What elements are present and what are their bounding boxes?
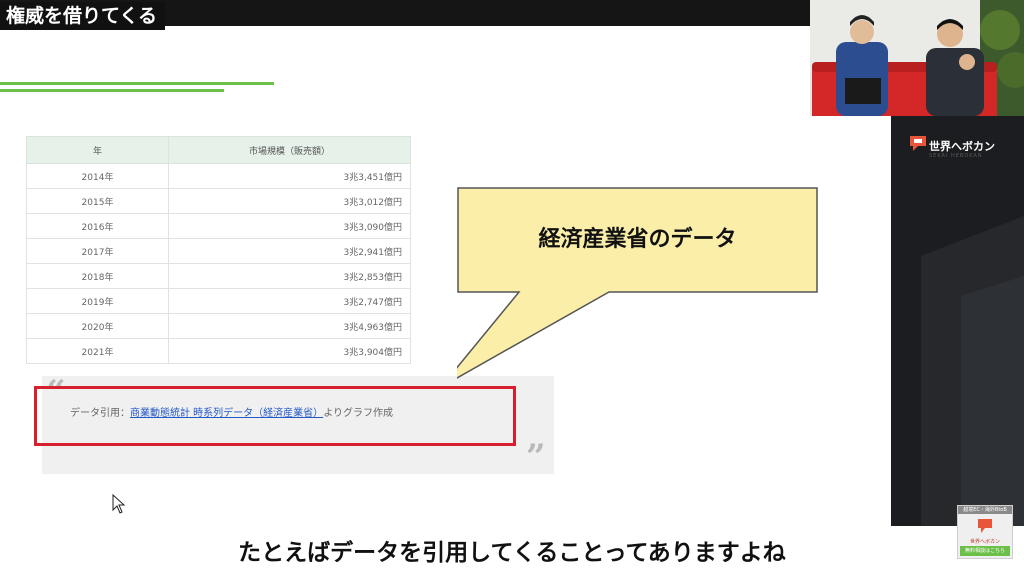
table-row: 2017年 3兆2,941億円 [26, 238, 411, 264]
citation-link[interactable]: 商業動態統計 時系列データ（経済産業省） [130, 408, 323, 419]
green-divider-short [0, 89, 224, 92]
table-row: 2019年 3兆2,747億円 [26, 288, 411, 314]
market-size-table: 年 市場規模（販売額） 2014年 3兆3,451億円 2015年 3兆3,012億… [26, 136, 411, 364]
cell-year: 2020年 [26, 313, 169, 339]
cell-year: 2019年 [26, 288, 169, 314]
cell-year: 2015年 [26, 188, 169, 214]
cell-value: 3兆2,853億円 [168, 263, 411, 289]
table-row: 2014年 3兆3,451億円 [26, 163, 411, 189]
cell-value: 3兆4,963億円 [168, 313, 411, 339]
promo-logo-icon [978, 519, 992, 533]
cell-year: 2021年 [26, 338, 169, 364]
cell-year: 2014年 [26, 163, 169, 189]
webcam-feed [810, 0, 1024, 116]
caption-subtitle: たとえばデータを引用してくることってありますよね [238, 540, 786, 566]
cell-year: 2018年 [26, 263, 169, 289]
brand-name: 世界へボカン [929, 140, 995, 153]
cell-value: 3兆3,451億円 [168, 163, 411, 189]
table-row: 2015年 3兆3,012億円 [26, 188, 411, 214]
cell-value: 3兆3,090億円 [168, 213, 411, 239]
cell-value: 3兆2,941億円 [168, 238, 411, 264]
cell-year: 2017年 [26, 238, 169, 264]
citation-text: データ引用：商業動態統計 時系列データ（経済産業省）よりグラフ作成 [70, 404, 393, 419]
citation-prefix: データ引用： [70, 408, 130, 419]
table-row: 2018年 3兆2,853億円 [26, 263, 411, 289]
cell-value: 3兆3,904億円 [168, 338, 411, 364]
promo-header: 越境EC・海外BtoB [958, 506, 1012, 514]
presenters-video-image [810, 0, 1024, 116]
column-header-market-size: 市場規模（販売額） [168, 136, 411, 164]
table-row: 2020年 3兆4,963億円 [26, 313, 411, 339]
speech-bubble-text: 経済産業省のデータ [538, 227, 737, 252]
table-header-row: 年 市場規模（販売額） [26, 136, 411, 164]
cell-year: 2016年 [26, 213, 169, 239]
table-row: 2016年 3兆3,090億円 [26, 213, 411, 239]
green-divider [0, 82, 274, 85]
close-quote-icon: ” [526, 437, 546, 477]
building-background-image [891, 116, 1024, 526]
table-row: 2021年 3兆3,904億円 [26, 338, 411, 364]
brand-logo-icon [910, 136, 926, 151]
brand-subtitle: SEKAI HEBOKAN [929, 153, 983, 159]
mouse-cursor-icon [112, 494, 126, 514]
cell-value: 3兆3,012億円 [168, 188, 411, 214]
citation-suffix: よりグラフ作成 [323, 408, 393, 419]
cell-value: 3兆2,747億円 [168, 288, 411, 314]
brand-side-panel: 世界へボカン SEKAI HEBOKAN [891, 116, 1024, 526]
topic-title: 権威を借りてくる [0, 2, 166, 32]
column-header-year: 年 [26, 136, 169, 164]
